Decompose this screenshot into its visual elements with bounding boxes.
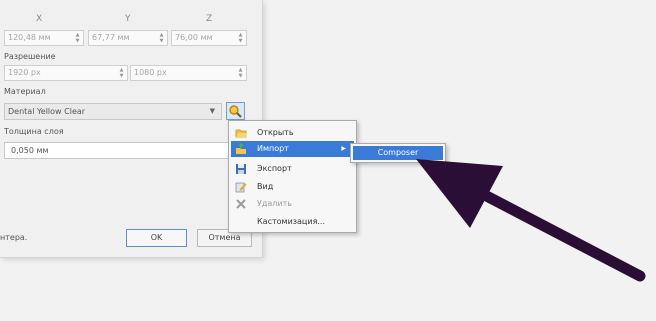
- annotation-arrow: [416, 159, 646, 282]
